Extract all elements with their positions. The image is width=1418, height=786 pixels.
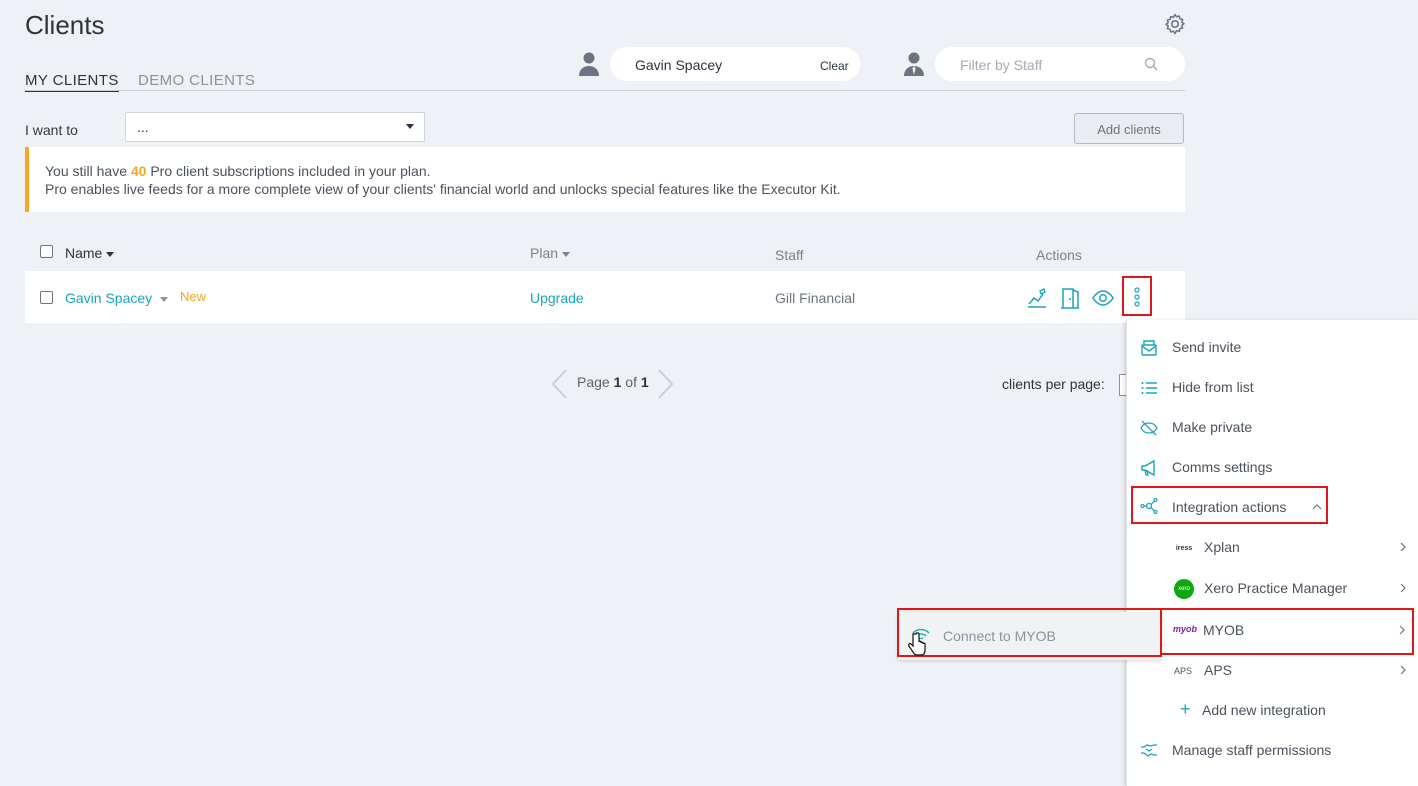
myob-logo: myob xyxy=(1173,624,1198,634)
banner-count: 40 xyxy=(130,163,147,179)
handshake-icon xyxy=(1141,744,1157,757)
select-all-checkbox[interactable] xyxy=(40,245,53,258)
add-clients-button[interactable]: Add clients xyxy=(1074,113,1184,144)
more-actions-button[interactable] xyxy=(1122,276,1152,316)
sort-down-icon xyxy=(562,251,571,257)
hand-cursor-icon xyxy=(908,632,926,661)
network-icon xyxy=(1140,497,1158,515)
person-icon xyxy=(578,51,600,77)
client-name-link[interactable]: Gavin Spacey xyxy=(65,290,169,306)
name-column-header[interactable]: Name xyxy=(65,245,115,261)
banner-line-1: You still have 40 Pro client subscriptio… xyxy=(45,163,431,179)
clear-button[interactable]: Clear xyxy=(820,59,849,73)
menu-item-comms-settings[interactable]: Comms settings xyxy=(1172,459,1272,475)
edit-chart-icon[interactable] xyxy=(1026,287,1048,309)
chevron-down-icon xyxy=(160,296,169,302)
envelope-icon xyxy=(1141,340,1157,356)
door-icon[interactable] xyxy=(1059,287,1081,309)
aps-logo: APS xyxy=(1174,666,1193,676)
staff-column-header: Staff xyxy=(775,247,804,263)
staff-filter-placeholder: Filter by Staff xyxy=(960,57,1043,73)
megaphone-icon xyxy=(1141,459,1155,477)
next-page-icon[interactable] xyxy=(655,368,675,405)
chevron-right-icon xyxy=(1399,626,1405,634)
plan-column-header[interactable]: Plan xyxy=(530,245,571,261)
list-icon xyxy=(1141,382,1157,394)
connect-to-myob-label: Connect to MYOB xyxy=(943,628,1056,644)
row-checkbox[interactable] xyxy=(40,291,53,304)
menu-item-hide-from-list[interactable]: Hide from list xyxy=(1172,379,1254,395)
integration-actions-item[interactable]: Integration actions xyxy=(1131,486,1328,524)
upgrade-link[interactable]: Upgrade xyxy=(530,290,584,306)
client-filter-value: Gavin Spacey xyxy=(635,57,723,73)
tab-demo-clients[interactable]: DEMO CLIENTS xyxy=(138,72,255,89)
action-select[interactable]: ... xyxy=(125,112,425,142)
actions-menu: Send invite Hide from list Make private … xyxy=(1126,320,1418,786)
add-new-integration[interactable]: Add new integration xyxy=(1202,702,1326,718)
new-badge: New xyxy=(180,289,207,304)
staff-filter-input[interactable]: Filter by Staff xyxy=(935,47,1185,81)
per-page-label: clients per page: xyxy=(1002,376,1105,392)
client-filter-input[interactable]: Gavin Spacey Clear xyxy=(610,47,860,81)
eye-icon[interactable] xyxy=(1092,287,1114,309)
plus-icon: + xyxy=(1180,699,1191,719)
integration-xero-practice-manager[interactable]: Xero Practice Manager xyxy=(1204,580,1347,596)
prev-page-icon[interactable] xyxy=(550,368,570,405)
page-title: Clients xyxy=(25,10,105,40)
vertical-dots-icon xyxy=(1134,287,1140,307)
chevron-right-icon xyxy=(1400,543,1406,551)
menu-item-make-private[interactable]: Make private xyxy=(1172,419,1252,435)
chevron-right-icon xyxy=(1400,666,1406,674)
connect-myob-item[interactable]: Connect to MYOB xyxy=(897,608,1162,657)
integration-myob-label: MYOB xyxy=(1203,622,1245,638)
action-select-value: ... xyxy=(137,119,149,135)
tabs-divider xyxy=(25,90,1185,91)
menu-item-manage-staff-permissions[interactable]: Manage staff permissions xyxy=(1172,742,1331,758)
page-indicator: Page 1 of 1 xyxy=(577,374,649,390)
integration-myob[interactable]: myob MYOB xyxy=(1160,608,1414,655)
actions-column-header: Actions xyxy=(1036,247,1082,263)
iress-logo: iress xyxy=(1175,545,1193,552)
banner-line-2: Pro enables live feeds for a more comple… xyxy=(45,181,841,197)
menu-item-send-invite[interactable]: Send invite xyxy=(1172,339,1241,355)
staff-cell: Gill Financial xyxy=(775,290,856,306)
pro-subscription-banner: You still have 40 Pro client subscriptio… xyxy=(25,147,1185,212)
menu-item-integration-actions: Integration actions xyxy=(1172,499,1287,515)
integration-aps[interactable]: APS xyxy=(1204,662,1232,678)
integration-xplan[interactable]: Xplan xyxy=(1204,539,1240,555)
search-icon[interactable] xyxy=(1144,57,1158,76)
settings-gear-icon[interactable] xyxy=(1163,12,1187,36)
staff-person-icon xyxy=(903,51,925,77)
chevron-right-icon xyxy=(1400,584,1406,592)
chevron-down-icon xyxy=(406,124,414,129)
sort-down-icon xyxy=(106,251,115,257)
i-want-to-label: I want to xyxy=(25,122,78,138)
xero-logo: xero xyxy=(1174,579,1194,599)
chevron-up-icon xyxy=(1312,504,1322,510)
eye-slash-icon xyxy=(1140,420,1158,436)
tab-my-clients[interactable]: MY CLIENTS xyxy=(25,72,119,92)
